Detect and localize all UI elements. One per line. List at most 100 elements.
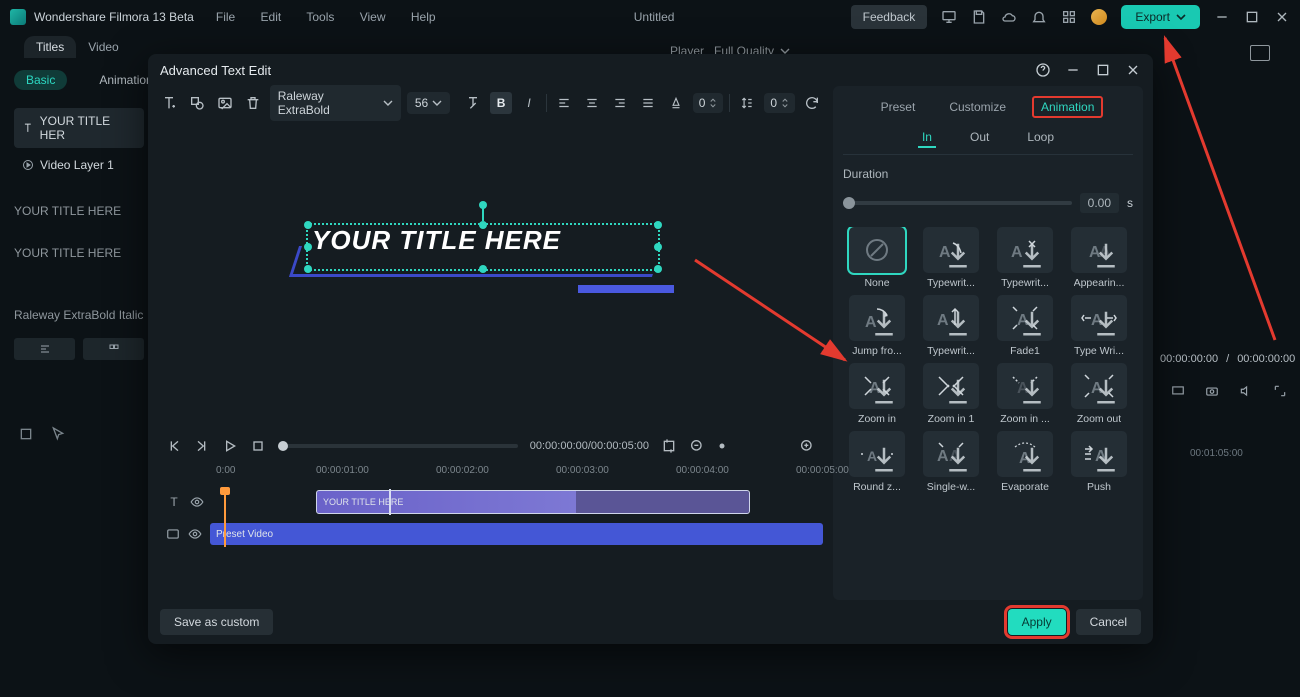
cloud-icon[interactable] — [1001, 9, 1017, 25]
subtab-in[interactable]: In — [918, 128, 936, 148]
delete-icon[interactable] — [242, 92, 264, 114]
font-select[interactable]: Raleway ExtraBold — [270, 85, 401, 121]
panel-tab-customize[interactable]: Customize — [941, 97, 1014, 117]
anim-thumb[interactable]: A — [849, 363, 905, 409]
side-tab-basic[interactable]: Basic — [14, 70, 67, 90]
bell-icon[interactable] — [1031, 9, 1047, 25]
subtab-loop[interactable]: Loop — [1023, 128, 1058, 148]
layer-video[interactable]: Video Layer 1 — [14, 154, 144, 176]
anim-thumb[interactable]: A — [1071, 295, 1127, 341]
anim-thumb[interactable]: A — [997, 295, 1053, 341]
align-center-icon[interactable] — [581, 92, 603, 114]
anim-thumb[interactable]: AA — [923, 431, 979, 477]
anim-item-2[interactable]: ATypewrit... — [991, 227, 1059, 289]
playhead[interactable] — [224, 489, 226, 547]
anim-thumb[interactable]: A — [1071, 431, 1127, 477]
anim-item-1[interactable]: ATypewrit... — [917, 227, 985, 289]
export-button[interactable]: Export — [1121, 5, 1200, 29]
add-shape-icon[interactable] — [186, 92, 208, 114]
cursor-icon[interactable] — [50, 426, 66, 442]
anim-item-12[interactable]: ARound z... — [843, 431, 911, 493]
panel-tab-animation[interactable]: Animation — [1032, 96, 1103, 118]
subtab-out[interactable]: Out — [966, 128, 993, 148]
camera-icon[interactable] — [1204, 384, 1220, 398]
anim-thumb[interactable] — [849, 227, 905, 273]
display-icon[interactable] — [1170, 384, 1186, 398]
anim-item-8[interactable]: AZoom in — [843, 363, 911, 425]
dialog-minimize-icon[interactable] — [1065, 62, 1081, 78]
bold-button[interactable]: B — [490, 92, 512, 114]
next-frame-icon[interactable] — [194, 438, 210, 454]
layer-title[interactable]: YOUR TITLE HER — [14, 108, 144, 148]
grid-button[interactable] — [83, 338, 144, 360]
anim-item-11[interactable]: AZoom out — [1065, 363, 1133, 425]
seek-slider[interactable] — [278, 444, 518, 448]
close-icon[interactable] — [1274, 9, 1290, 25]
line-height-input[interactable]: 0 — [764, 93, 795, 113]
line-height-icon[interactable] — [736, 92, 758, 114]
clear-format-icon[interactable] — [462, 92, 484, 114]
anim-thumb[interactable]: A — [923, 227, 979, 273]
zoom-in-icon[interactable] — [799, 438, 815, 454]
minimize-icon[interactable] — [1214, 9, 1230, 25]
align-justify-icon[interactable] — [637, 92, 659, 114]
menu-edit[interactable]: Edit — [261, 10, 282, 24]
add-text-icon[interactable] — [158, 92, 180, 114]
cancel-button[interactable]: Cancel — [1076, 609, 1141, 635]
anim-item-3[interactable]: AAAppearin... — [1065, 227, 1133, 289]
anim-item-4[interactable]: AJump fro... — [843, 295, 911, 357]
text-color-icon[interactable] — [665, 92, 687, 114]
tab-video[interactable]: Video — [76, 36, 130, 58]
snapshot-icon[interactable] — [1250, 45, 1270, 61]
italic-button[interactable]: I — [518, 92, 540, 114]
apps-icon[interactable] — [1061, 9, 1077, 25]
save-icon[interactable] — [971, 9, 987, 25]
crop-icon[interactable] — [661, 438, 677, 454]
anim-thumb[interactable]: A — [997, 227, 1053, 273]
anim-thumb[interactable]: AA — [1071, 227, 1127, 273]
feedback-button[interactable]: Feedback — [851, 5, 928, 29]
duration-slider[interactable] — [843, 201, 1072, 205]
zoom-dot-icon[interactable] — [717, 441, 727, 451]
anim-thumb[interactable] — [923, 363, 979, 409]
panel-tab-preset[interactable]: Preset — [873, 97, 924, 117]
anim-thumb[interactable]: A — [849, 295, 905, 341]
anim-item-14[interactable]: AEvaporate — [991, 431, 1059, 493]
anim-thumb[interactable]: A — [997, 363, 1053, 409]
stop-icon[interactable] — [250, 438, 266, 454]
anim-item-9[interactable]: Zoom in 1 — [917, 363, 985, 425]
anim-item-5[interactable]: ATypewrit... — [917, 295, 985, 357]
monitor-icon[interactable] — [941, 9, 957, 25]
eye-icon[interactable] — [188, 527, 202, 541]
side-tab-animation[interactable]: Animation — [99, 73, 152, 87]
anim-item-15[interactable]: APush — [1065, 431, 1133, 493]
menu-file[interactable]: File — [216, 10, 235, 24]
anim-thumb[interactable]: A — [923, 295, 979, 341]
anim-item-10[interactable]: AZoom in ... — [991, 363, 1059, 425]
title-clip[interactable]: YOUR TITLE HERE — [316, 490, 750, 514]
letter-spacing-input[interactable]: 0 — [693, 93, 724, 113]
font-size-select[interactable]: 56 — [407, 92, 450, 114]
anim-item-13[interactable]: AASingle-w... — [917, 431, 985, 493]
menu-help[interactable]: Help — [411, 10, 436, 24]
account-avatar-icon[interactable] — [1091, 9, 1107, 25]
canvas-text[interactable]: YOUR TITLE HERE — [312, 225, 561, 256]
menu-tools[interactable]: Tools — [306, 10, 334, 24]
dialog-close-icon[interactable] — [1125, 62, 1141, 78]
help-icon[interactable] — [1035, 62, 1051, 78]
mini-timeline[interactable]: 0:00 00:00:01:00 00:00:02:00 00:00:03:00… — [158, 465, 823, 600]
save-as-custom-button[interactable]: Save as custom — [160, 609, 273, 635]
anim-item-7[interactable]: AType Wri... — [1065, 295, 1133, 357]
video-clip[interactable]: Preset Video — [210, 523, 823, 545]
tab-titles[interactable]: Titles — [24, 36, 76, 58]
anim-thumb[interactable]: A — [849, 431, 905, 477]
prev-frame-icon[interactable] — [166, 438, 182, 454]
align-right-icon[interactable] — [609, 92, 631, 114]
align-button[interactable] — [14, 338, 75, 360]
reset-icon[interactable] — [801, 92, 823, 114]
apply-button[interactable]: Apply — [1008, 609, 1066, 635]
eye-icon[interactable] — [190, 495, 204, 509]
play-icon[interactable] — [222, 438, 238, 454]
marker-icon[interactable] — [18, 426, 34, 442]
volume-icon[interactable] — [1238, 384, 1254, 398]
